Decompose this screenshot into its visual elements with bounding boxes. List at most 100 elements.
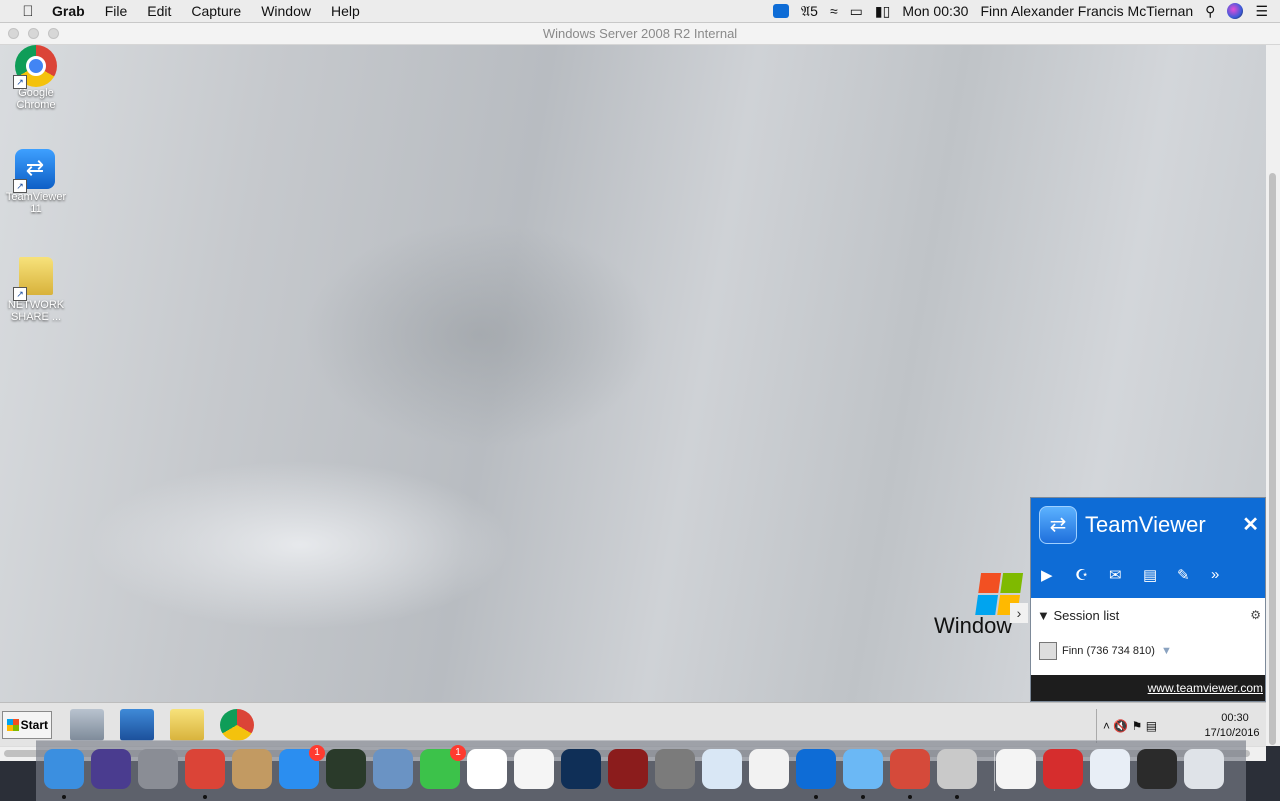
running-indicator bbox=[955, 795, 959, 799]
tray-date[interactable]: 17/10/2016 bbox=[1197, 727, 1267, 739]
start-button[interactable]: Start bbox=[2, 711, 52, 739]
siri-icon[interactable] bbox=[1227, 3, 1244, 19]
contacts-icon[interactable] bbox=[232, 749, 272, 789]
wifi-icon[interactable]: ≈ bbox=[830, 3, 838, 19]
shortcut-arrow-icon: ↗ bbox=[13, 75, 27, 89]
window-titlebar: Windows Server 2008 R2 Internal bbox=[0, 23, 1280, 45]
session-user-name: Finn (736 734 810) bbox=[1062, 645, 1155, 657]
menu-clock[interactable]: Mon 00:30 bbox=[902, 3, 968, 19]
notification-badge: 1 bbox=[309, 745, 325, 761]
remote-desktop-window: Windows Server 2008 R2 Internal ↗ Google… bbox=[0, 23, 1280, 761]
shortcut-arrow-icon: ↗ bbox=[13, 179, 27, 193]
user-name[interactable]: Finn Alexander Francis McTiernan bbox=[980, 3, 1193, 19]
chrome-icon[interactable] bbox=[220, 709, 254, 741]
desktop-icon-label: NETWORK SHARE ... bbox=[7, 299, 65, 323]
messages-icon[interactable] bbox=[843, 749, 883, 789]
scroll-thumb[interactable] bbox=[1269, 173, 1276, 745]
facetime-icon[interactable]: 1 bbox=[420, 745, 466, 789]
teamviewer-close-button[interactable]: ✕ bbox=[1242, 512, 1259, 537]
running-indicator bbox=[203, 795, 207, 799]
teamviewer-toolbar: ▶ ☪ ✉ ▤ ✎ » bbox=[1041, 566, 1245, 584]
finder-icon[interactable] bbox=[44, 749, 84, 789]
session-list-header[interactable]: ▼ Session list bbox=[1037, 608, 1119, 623]
start-label: Start bbox=[20, 718, 48, 732]
powershell-icon[interactable] bbox=[120, 709, 154, 741]
calendar-icon[interactable] bbox=[467, 749, 507, 789]
tools-icon[interactable]: ✎ bbox=[1177, 566, 1211, 584]
desktop-icon-chrome[interactable]: ↗ Google Chrome bbox=[0, 45, 72, 111]
window-title: Windows Server 2008 R2 Internal bbox=[542, 26, 738, 41]
siri-icon[interactable] bbox=[91, 749, 131, 789]
chrome-icon[interactable] bbox=[185, 749, 225, 789]
input-source-icon[interactable]: 𝔄5 bbox=[801, 3, 818, 20]
running-indicator bbox=[908, 795, 912, 799]
app-store-icon[interactable]: 1 bbox=[279, 745, 325, 789]
explorer-icon[interactable] bbox=[170, 709, 204, 741]
desktop-icon-label: TeamViewer 11 bbox=[5, 191, 67, 215]
close-window-button[interactable] bbox=[8, 28, 19, 39]
tray-icons[interactable]: ˄ 🔇 ⚑ ▤ bbox=[1103, 719, 1157, 733]
remote-desktop-icon[interactable] bbox=[890, 749, 930, 789]
gear-icon[interactable]: ⚙ bbox=[1250, 608, 1261, 622]
more-icon[interactable]: » bbox=[1211, 566, 1245, 584]
windows-desktop: ↗ Google Chrome ↗ TeamViewer 11 ↗ NETWOR… bbox=[0, 45, 1266, 702]
preview-icon[interactable] bbox=[373, 749, 413, 789]
spotlight-icon[interactable]: ⚲ bbox=[1205, 3, 1215, 20]
menu-help[interactable]: Help bbox=[321, 0, 370, 22]
menu-edit[interactable]: Edit bbox=[137, 0, 181, 22]
chevron-down-icon[interactable]: ▼ bbox=[1161, 645, 1172, 657]
tray-time[interactable]: 00:30 bbox=[1207, 712, 1263, 724]
chat-icon[interactable]: ✉ bbox=[1109, 566, 1143, 584]
launchpad-icon[interactable] bbox=[138, 749, 178, 789]
photo-booth-icon[interactable] bbox=[608, 749, 648, 789]
mail-icon[interactable] bbox=[702, 749, 742, 789]
system-preferences-icon[interactable] bbox=[655, 749, 695, 789]
windows-flag-icon bbox=[7, 719, 19, 731]
teamviewer-title: TeamViewer bbox=[1085, 512, 1206, 537]
jersey-icon[interactable] bbox=[1043, 749, 1083, 789]
notification-center-icon[interactable]: ☰ bbox=[1255, 3, 1268, 20]
status-area: 𝔄5 ≈ ▭ ▮▯ Mon 00:30 Finn Alexander Franc… bbox=[772, 0, 1280, 22]
menu-capture[interactable]: Capture bbox=[181, 0, 251, 22]
battery-icon[interactable]: ▮▯ bbox=[875, 3, 890, 20]
teamviewer-panel: ⇄ TeamViewer ✕ ▶ ☪ ✉ ▤ ✎ » ▼ Session lis… bbox=[1030, 497, 1266, 702]
activity-monitor-icon[interactable] bbox=[326, 749, 366, 789]
session-user-item[interactable]: Finn (736 734 810) ▼ bbox=[1039, 642, 1172, 660]
screenshot-icon[interactable] bbox=[1090, 749, 1130, 789]
zoom-window-button[interactable] bbox=[48, 28, 59, 39]
menu-app-name[interactable]: Grab bbox=[42, 0, 95, 22]
teamviewer-website-link[interactable]: www.teamviewer.com bbox=[1031, 675, 1265, 701]
file-transfer-icon[interactable]: ▤ bbox=[1143, 566, 1177, 584]
running-indicator bbox=[62, 795, 66, 799]
session-list-label: Session list bbox=[1053, 608, 1120, 623]
desktop-icon-network-share[interactable]: ↗ NETWORK SHARE ... bbox=[0, 257, 72, 323]
video-icon[interactable]: ▶ bbox=[1041, 566, 1075, 584]
user-avatar-icon bbox=[1039, 642, 1057, 660]
photos-icon[interactable] bbox=[749, 749, 789, 789]
minimize-window-button[interactable] bbox=[28, 28, 39, 39]
trash-icon[interactable] bbox=[1184, 749, 1224, 789]
vertical-scrollbar[interactable] bbox=[1266, 45, 1280, 746]
system-tray: ˄ 🔇 ⚑ ▤ 00:30 17/10/2016 bbox=[1096, 709, 1267, 743]
airplay-icon[interactable]: ▭ bbox=[850, 3, 863, 20]
teamviewer-status-icon[interactable] bbox=[772, 4, 789, 18]
apple-icon[interactable]:  bbox=[14, 3, 42, 20]
menu-file[interactable]: File bbox=[95, 0, 138, 22]
document-icon[interactable] bbox=[996, 749, 1036, 789]
teamviewer-collapse-arrow[interactable]: › bbox=[1010, 603, 1028, 623]
menu-window[interactable]: Window bbox=[251, 0, 321, 22]
photoshop-icon[interactable] bbox=[561, 749, 601, 789]
notification-badge: 1 bbox=[450, 745, 466, 761]
teamviewer-icon[interactable] bbox=[796, 749, 836, 789]
desktop-icon-label: Google Chrome bbox=[16, 87, 56, 111]
itunes-icon[interactable] bbox=[514, 749, 554, 789]
grab-icon[interactable] bbox=[937, 749, 977, 789]
running-indicator bbox=[814, 795, 818, 799]
input-badge: 5 bbox=[810, 2, 818, 19]
headset-icon[interactable]: ☪ bbox=[1075, 566, 1109, 584]
desktop-icon-teamviewer[interactable]: ↗ TeamViewer 11 bbox=[0, 149, 72, 215]
dock: 11 bbox=[36, 740, 1246, 801]
server-manager-icon[interactable] bbox=[70, 709, 104, 741]
menu-bar:  Grab File Edit Capture Window Help 𝔄5 … bbox=[0, 0, 1280, 23]
chrome-window-icon[interactable] bbox=[1137, 749, 1177, 789]
